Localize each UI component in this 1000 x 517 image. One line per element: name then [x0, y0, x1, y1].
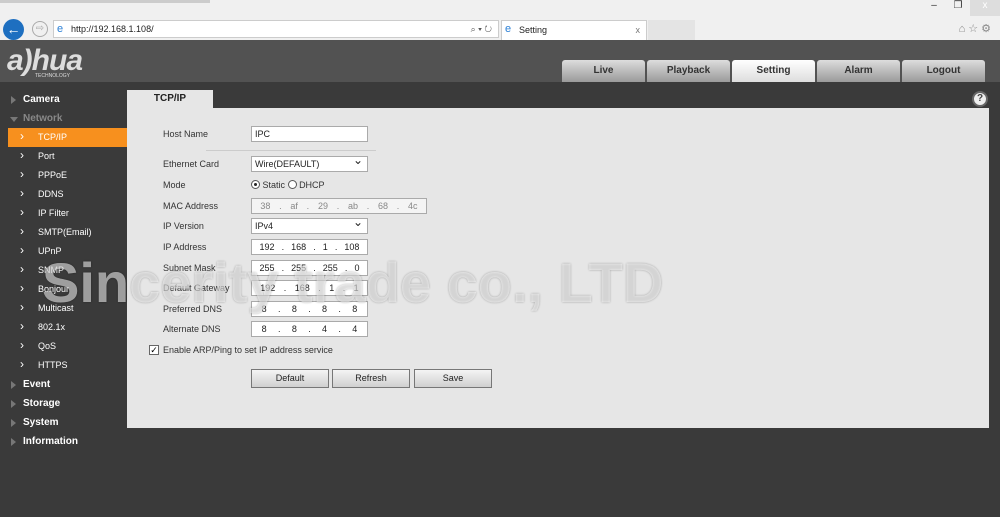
static-radio[interactable]	[251, 180, 260, 189]
label-host-name: Host Name	[163, 129, 209, 139]
tab-tcpip[interactable]: TCP/IP	[127, 90, 213, 108]
default-gateway-input[interactable]: 192. 168. 1. 1	[251, 280, 368, 296]
app-header: a)hua TECHNOLOGY Live Playback Setting Al…	[0, 40, 1000, 82]
ip-address-input[interactable]: 192. 168. 1. 108	[251, 239, 368, 255]
nav-playback[interactable]: Playback	[647, 60, 730, 82]
label-ethernet-card: Ethernet Card	[163, 159, 220, 169]
subnet-mask-input[interactable]: 255. 255. 255. 0	[251, 260, 368, 276]
restore-button[interactable]: ❐	[946, 0, 970, 16]
label-alternate-dns: Alternate DNS	[163, 324, 221, 334]
main-nav: Live Playback Setting Alarm Logout	[562, 60, 985, 82]
new-tab-button[interactable]	[648, 20, 695, 40]
nav-alarm[interactable]: Alarm	[817, 60, 900, 82]
minimize-button[interactable]: –	[922, 0, 946, 16]
sidebar-group-event[interactable]: Event	[0, 375, 127, 394]
dhcp-radio[interactable]	[287, 180, 297, 189]
arp-ping-checkbox[interactable]: ✓	[149, 345, 159, 355]
tab-title: Setting	[519, 25, 548, 35]
dahua-logo: a)hua TECHNOLOGY	[7, 44, 83, 79]
home-favorites-settings-icons[interactable]: ⌂☆⚙	[959, 22, 994, 35]
browser-tab[interactable]: e Setting x	[501, 20, 647, 40]
sidebar-item-8021x[interactable]: 802.1x	[8, 318, 127, 337]
divider	[206, 150, 376, 151]
sidebar: Camera Network TCP/IP Port PPPoE DDNS IP…	[0, 90, 127, 451]
alternate-dns-input[interactable]: 8.8.4.4	[251, 321, 368, 337]
sidebar-item-pppoe[interactable]: PPPoE	[8, 166, 127, 185]
sidebar-item-port[interactable]: Port	[8, 147, 127, 166]
browser-chrome: ← ⇨ e http://192.168.1.108/ ⌕ ▾ ↻ e Setting…	[0, 0, 1000, 40]
sidebar-group-storage[interactable]: Storage	[0, 394, 127, 413]
default-button[interactable]: Default	[251, 369, 329, 388]
sidebar-group-information[interactable]: Information	[0, 432, 127, 451]
dhcp-label: DHCP	[299, 180, 325, 190]
sidebar-item-bonjour[interactable]: Bonjour	[8, 280, 127, 299]
host-name-input[interactable]: IPC	[251, 126, 368, 142]
label-ip-version: IP Version	[163, 221, 204, 231]
close-tab-icon[interactable]: x	[636, 21, 641, 39]
save-button[interactable]: Save	[414, 369, 492, 388]
label-mac-address: MAC Address	[163, 201, 219, 211]
label-preferred-dns: Preferred DNS	[163, 304, 223, 314]
label-default-gateway: Default Gateway	[163, 283, 230, 293]
sidebar-item-tcpip[interactable]: TCP/IP	[8, 128, 127, 147]
sidebar-item-smtp[interactable]: SMTP(Email)	[8, 223, 127, 242]
preferred-dns-input[interactable]: 8.8.8.8	[251, 301, 368, 317]
label-ip-address: IP Address	[163, 242, 207, 252]
nav-logout[interactable]: Logout	[902, 60, 985, 82]
back-button[interactable]: ←	[3, 19, 24, 40]
address-bar[interactable]: e http://192.168.1.108/ ⌕ ▾ ↻	[53, 20, 499, 38]
sidebar-item-qos[interactable]: QoS	[8, 337, 127, 356]
static-label: Static	[262, 180, 286, 190]
refresh-button[interactable]: Refresh	[332, 369, 410, 388]
sidebar-item-multicast[interactable]: Multicast	[8, 299, 127, 318]
inactive-window-strip	[0, 0, 210, 3]
help-icon[interactable]: ?	[972, 91, 988, 107]
nav-live[interactable]: Live	[562, 60, 645, 82]
sidebar-group-system[interactable]: System	[0, 413, 127, 432]
sidebar-group-camera[interactable]: Camera	[0, 90, 127, 109]
window-controls: – ❐ x	[922, 0, 1000, 16]
mode-radios: Static DHCP	[251, 177, 325, 193]
sidebar-item-snmp[interactable]: SNMP	[8, 261, 127, 280]
sidebar-group-network[interactable]: Network	[0, 109, 127, 128]
label-mode: Mode	[163, 180, 186, 190]
sidebar-item-ddns[interactable]: DDNS	[8, 185, 127, 204]
search-refresh-icons[interactable]: ⌕ ▾ ↻	[471, 21, 492, 37]
ethernet-card-select[interactable]: Wire(DEFAULT)	[251, 153, 368, 172]
sidebar-item-ip-filter[interactable]: IP Filter	[8, 204, 127, 223]
ip-version-select[interactable]: IPv4	[251, 215, 368, 234]
ie-icon: e	[57, 23, 64, 35]
ie-icon: e	[505, 23, 512, 35]
mac-address-field: 38. af. 29. ab. 68. 4c	[251, 198, 427, 214]
sidebar-item-upnp[interactable]: UPnP	[8, 242, 127, 261]
url-text: http://192.168.1.108/	[71, 24, 154, 34]
forward-button[interactable]: ⇨	[32, 21, 48, 37]
sidebar-item-https[interactable]: HTTPS	[8, 356, 127, 375]
close-window-button[interactable]: x	[970, 0, 1000, 16]
nav-setting[interactable]: Setting	[732, 60, 815, 82]
label-subnet-mask: Subnet Mask	[163, 263, 216, 273]
arp-ping-label: Enable ARP/Ping to set IP address servic…	[163, 345, 333, 355]
